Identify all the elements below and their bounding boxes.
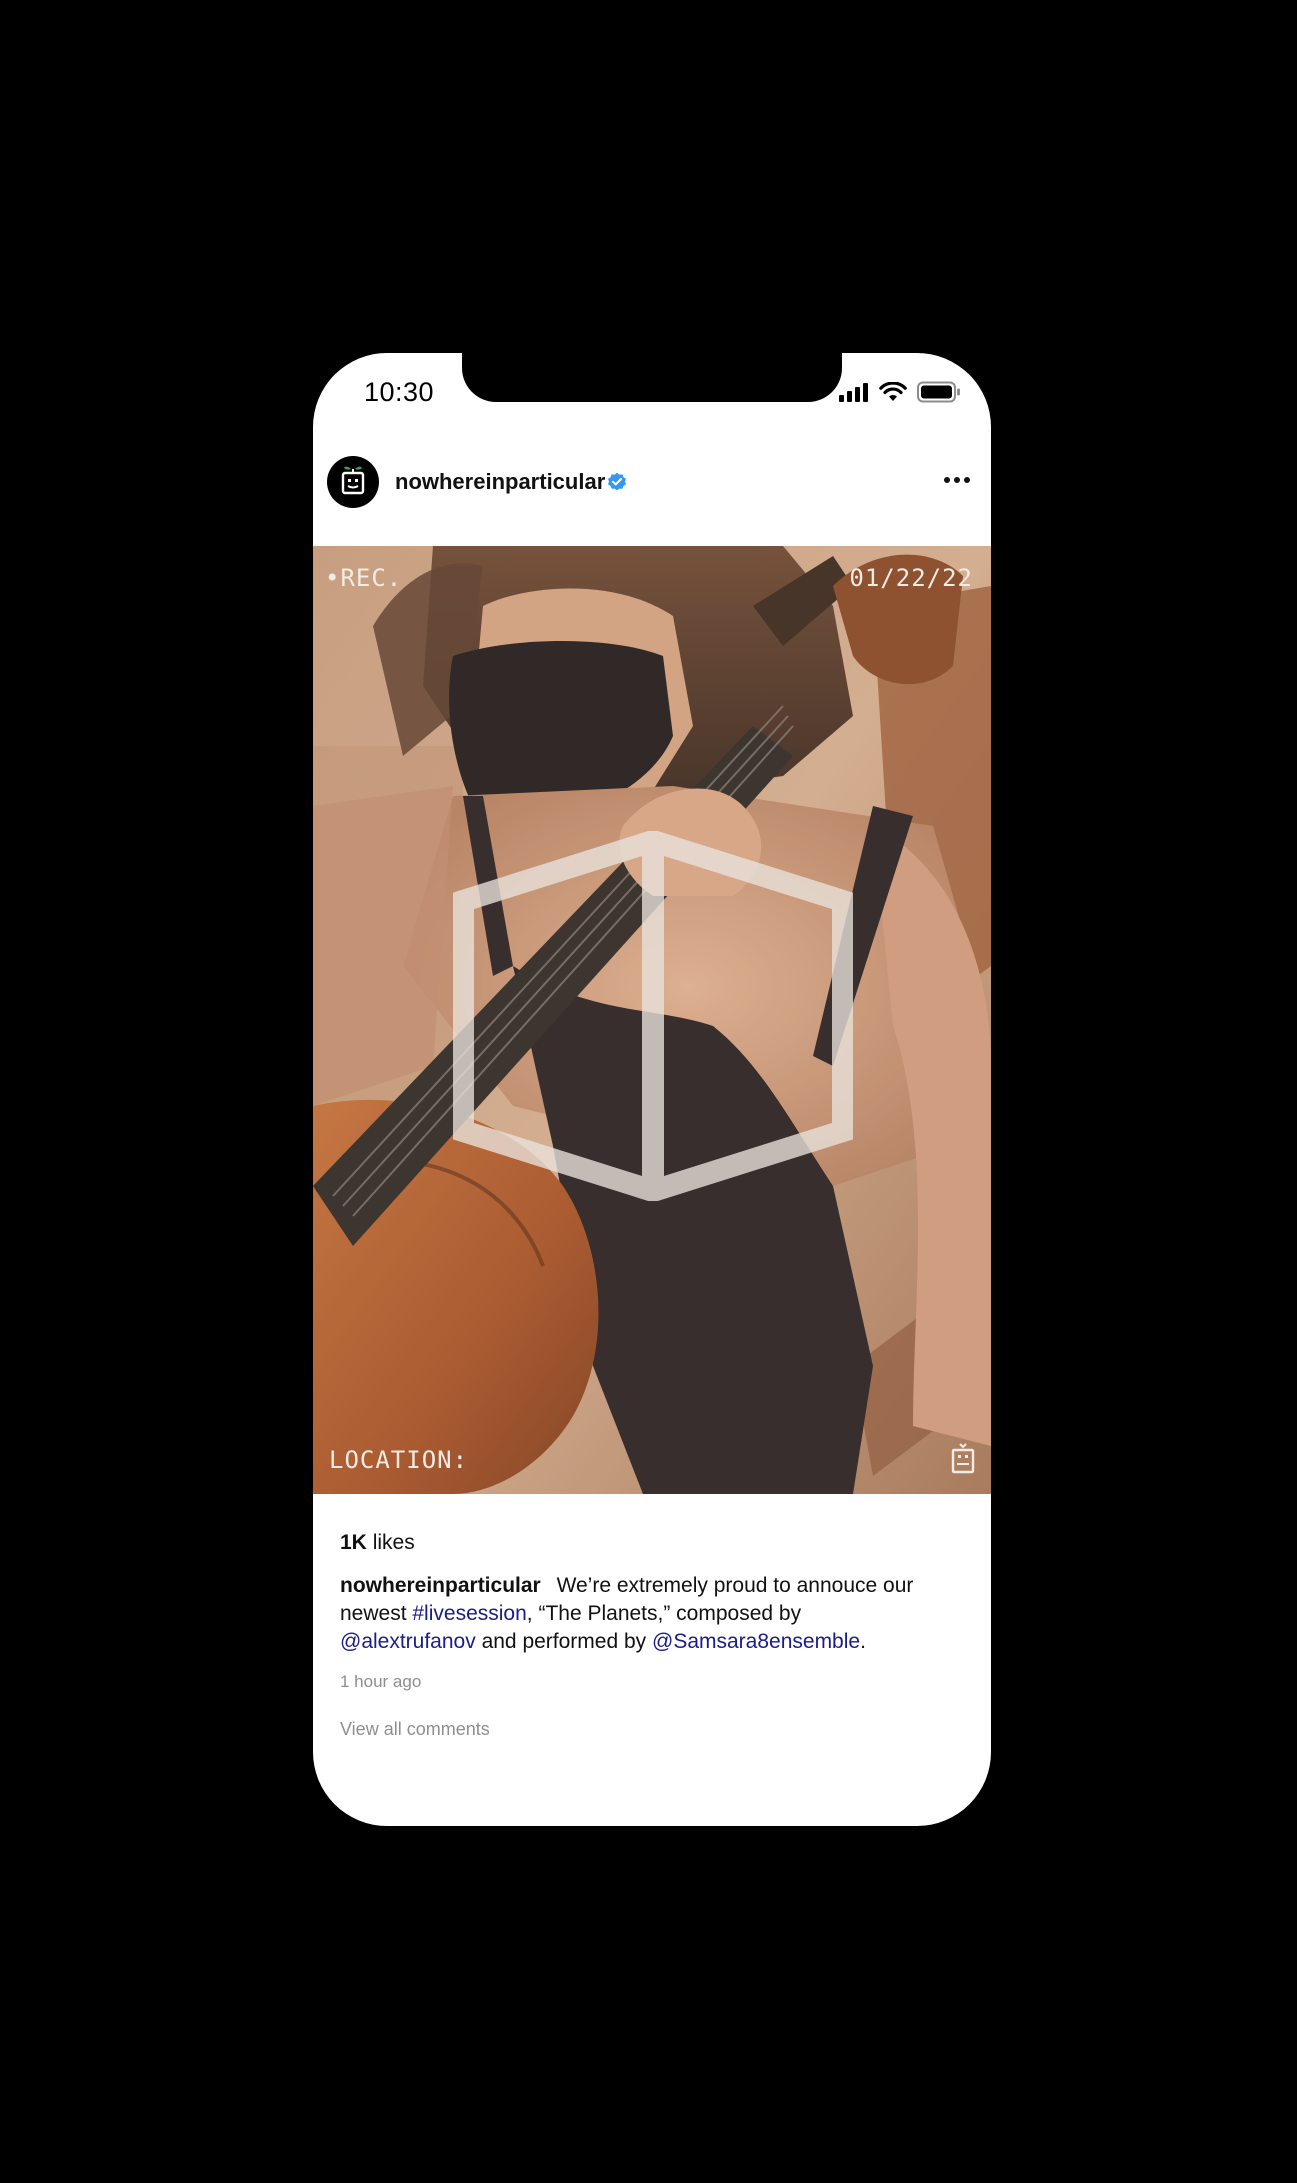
caption-username[interactable]: nowhereinparticular — [340, 1574, 541, 1597]
hashtag-link[interactable]: #livesession — [412, 1602, 526, 1625]
more-options-icon[interactable] — [939, 465, 975, 495]
status-icons — [839, 381, 961, 403]
mention-link[interactable]: @alextrufanov — [340, 1630, 476, 1653]
robot-logo-icon — [951, 1443, 975, 1474]
phone-frame: 10:30 nowhereinparticular •REC. 01/22/22… — [313, 353, 991, 1826]
likes-count[interactable]: 1K likes — [340, 1531, 415, 1555]
caption-text: , “The Planets,” composed by — [526, 1602, 802, 1625]
likes-number: 1K — [340, 1531, 367, 1554]
battery-icon — [917, 381, 960, 403]
post-caption: nowhereinparticular We’re extremely prou… — [340, 1572, 930, 1656]
caption-text: . — [860, 1630, 866, 1653]
rec-label: •REC. — [325, 564, 403, 592]
wifi-icon — [879, 382, 907, 401]
signal-icon — [839, 383, 868, 402]
likes-label: likes — [372, 1531, 415, 1554]
view-comments-link[interactable]: View all comments — [340, 1719, 490, 1740]
rec-date: 01/22/22 — [849, 564, 973, 592]
status-time: 10:30 — [364, 377, 435, 407]
caption-text: and performed by — [475, 1630, 652, 1653]
avatar[interactable] — [327, 456, 379, 508]
post-username[interactable]: nowhereinparticular — [395, 469, 605, 495]
robot-logo-icon — [341, 466, 365, 495]
verified-badge-icon — [608, 472, 626, 491]
play-cube-icon[interactable] — [453, 831, 853, 1201]
mention-link[interactable]: @Samsara8ensemble — [652, 1630, 860, 1653]
location-label: LOCATION: — [329, 1446, 469, 1474]
post-header: nowhereinparticular — [313, 453, 991, 518]
post-media[interactable]: •REC. 01/22/22 LOCATION: — [313, 546, 991, 1494]
phone-notch — [462, 353, 842, 402]
post-timestamp: 1 hour ago — [340, 1672, 422, 1691]
